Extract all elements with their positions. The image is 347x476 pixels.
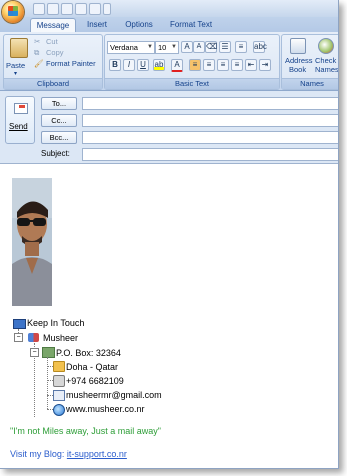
check-names-button-line2[interactable]: Names [315,65,338,74]
phone-text: +974 6682109 [66,376,124,386]
justify-icon[interactable]: ≡ [231,59,243,71]
font-name-value: Verdana [110,43,138,52]
bullets-icon[interactable]: ☰ [219,41,231,53]
signature-photo [12,178,52,306]
subject-field[interactable] [82,148,338,161]
monitor-icon [13,319,26,329]
down-arrow-icon[interactable] [89,3,101,15]
send-arrow-icon [19,105,25,108]
clear-formatting-icon[interactable]: ⌫ [205,41,217,53]
email-icon [53,390,65,401]
signature-quote: "I'm not Miles away, Just a mail away" [10,426,161,436]
copy-button[interactable]: Copy [46,48,64,57]
clipboard-group: Paste ▾ ✂ Cut ⧉ Copy 🖌 Format Painter Cl… [3,34,103,90]
address-book-icon[interactable] [290,38,306,54]
underline-icon[interactable]: U [137,59,149,71]
blog-line: Visit my Blog: it-support.co.nr [10,449,127,459]
email-text: musheermr@gmail.com [66,390,162,400]
title-bar [0,0,338,17]
basic-text-group: Verdana ▼ 10 ▼ A A ⌫ ☰ ≡ abc B I U ab A ≡ … [104,34,280,90]
collapse-icon[interactable]: − [14,333,23,342]
numbering-icon[interactable]: ≡ [235,41,247,53]
names-group: Address Book Check Names Names [281,34,338,90]
ribbon: Paste ▾ ✂ Cut ⧉ Copy 🖌 Format Painter Cl… [0,32,338,91]
profile-photo-icon [12,178,52,306]
increase-indent-icon[interactable]: ⇥ [259,59,271,71]
subject-label: Subject: [41,149,70,158]
outlook-message-window: Message Insert Options Format Text Paste… [0,0,339,469]
undo-icon[interactable] [47,3,59,15]
quick-access-dropdown-icon[interactable] [103,3,111,15]
font-size-select[interactable]: 10 ▼ [155,41,179,54]
contact-name-text: Musheer [43,333,79,343]
tab-format-text[interactable]: Format Text [165,18,217,31]
tab-options[interactable]: Options [120,18,158,31]
office-logo-icon [8,6,18,16]
city-text: Doha - Qatar [66,362,119,372]
paste-icon[interactable] [10,38,28,58]
cc-button[interactable]: Cc... [41,114,77,127]
shrink-font-icon[interactable]: A [193,41,205,53]
decrease-indent-icon[interactable]: ⇤ [245,59,257,71]
tab-message[interactable]: Message [30,18,76,32]
office-button[interactable] [2,1,24,23]
chevron-down-icon: ▼ [147,44,153,50]
send-label: Send [9,122,28,131]
keep-in-touch-text: Keep In Touch [27,318,85,328]
collapse-icon[interactable]: − [30,348,39,357]
align-center-icon[interactable]: ≡ [203,59,215,71]
address-book-button-line2[interactable]: Book [289,65,306,74]
send-button[interactable]: Send [5,96,35,144]
cc-field[interactable] [82,114,338,127]
spelling-icon[interactable]: abc [253,41,267,53]
font-size-value: 10 [158,43,167,52]
names-label: Names [282,78,338,89]
mailbox-icon [42,347,55,358]
contact-icon [28,333,39,342]
to-button[interactable]: To... [41,97,77,110]
copy-icon: ⧉ [34,48,40,57]
tree-line [47,357,48,409]
up-arrow-icon[interactable] [75,3,87,15]
bcc-field[interactable] [82,131,338,144]
paste-button[interactable]: Paste [6,61,25,70]
bold-icon[interactable]: B [109,59,121,71]
grow-font-icon[interactable]: A [181,41,193,53]
po-box-text: P.O. Box: 32364 [56,348,121,358]
italic-icon[interactable]: I [123,59,135,71]
align-right-icon[interactable]: ≡ [217,59,229,71]
tab-insert[interactable]: Insert [80,18,114,31]
folder-icon [53,361,65,372]
blog-link[interactable]: it-support.co.nr [67,449,127,459]
format-painter-icon: 🖌 [34,59,44,68]
font-name-select[interactable]: Verdana ▼ [107,41,155,54]
format-painter-button[interactable]: Format Painter [46,59,96,68]
blog-prefix: Visit my Blog: [10,449,67,459]
globe-icon [53,404,65,416]
website-text: www.musheer.co.nr [66,404,145,414]
chevron-down-icon: ▼ [171,44,177,50]
address-book-button[interactable]: Address [285,56,313,65]
phone-icon [53,375,65,387]
font-color-icon[interactable]: A [171,59,183,72]
check-names-button[interactable]: Check [315,56,336,65]
ribbon-tabs: Message Insert Options Format Text [0,17,338,33]
highlight-icon[interactable]: ab [153,59,165,71]
check-names-icon[interactable] [318,38,334,54]
bcc-button[interactable]: Bcc... [41,131,77,144]
save-icon[interactable] [33,3,45,15]
to-field[interactable] [82,97,338,110]
redo-icon[interactable] [61,3,73,15]
clipboard-label: Clipboard [4,78,102,89]
align-left-icon[interactable]: ≡ [189,59,201,71]
cut-button[interactable]: Cut [46,37,58,46]
basic-text-label: Basic Text [105,78,279,89]
scissors-icon: ✂ [34,37,41,46]
